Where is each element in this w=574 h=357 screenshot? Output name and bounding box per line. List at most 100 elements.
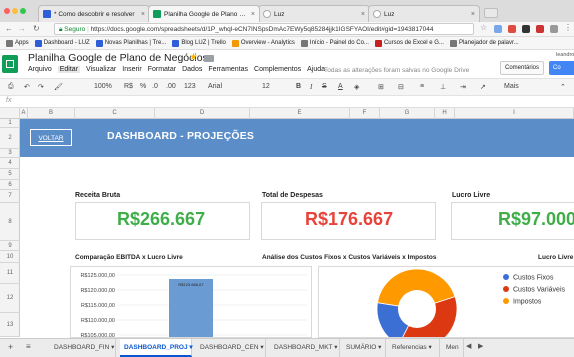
redo-icon[interactable]: ↷ xyxy=(38,83,44,91)
wrap-text-icon[interactable]: ⇥ xyxy=(460,83,466,91)
column-header[interactable]: B xyxy=(28,108,75,119)
menu-complementos[interactable]: Complementos xyxy=(254,66,301,73)
voltar-button[interactable]: VOLTAR xyxy=(30,129,72,146)
extension-icon[interactable] xyxy=(536,25,544,33)
bookmark-item[interactable]: Dashboard - LUZ xyxy=(34,39,90,47)
new-tab-button[interactable] xyxy=(484,8,498,18)
scroll-tabs-left-icon[interactable]: ◀ xyxy=(466,342,471,350)
column-header[interactable]: I xyxy=(455,108,574,119)
font-family-select[interactable]: Arial xyxy=(208,83,222,90)
maximize-window-icon[interactable] xyxy=(19,8,26,14)
costs-chart[interactable]: Custos Fixos Custos Variáveis Impostos xyxy=(318,266,574,338)
sheet-tab[interactable]: Referencias ▾ xyxy=(388,339,440,357)
sheet-tab[interactable]: DASHBOARD_CEN ▾ xyxy=(196,339,266,357)
collapse-toolbar-icon[interactable]: ⌃ xyxy=(560,83,566,91)
align-left-icon[interactable]: ≡ xyxy=(420,83,424,90)
merge-cells-icon[interactable]: ⊟ xyxy=(398,83,404,91)
forward-icon[interactable]: → xyxy=(18,24,26,33)
user-account[interactable]: leandro xyxy=(556,52,574,58)
column-header[interactable]: H xyxy=(435,108,455,119)
add-sheet-icon[interactable]: + xyxy=(8,342,13,352)
bookmark-item[interactable]: Cursos de Excel e G... xyxy=(374,39,444,47)
close-tab-icon[interactable]: × xyxy=(138,11,145,18)
row-header[interactable]: 1 xyxy=(0,119,20,128)
more-tools-button[interactable]: Mais xyxy=(504,83,519,90)
ebitda-chart[interactable]: R$125.000,00 R$120.000,00 R$115.000,00 R$11… xyxy=(70,266,312,338)
menu-formatar[interactable]: Formatar xyxy=(148,66,176,73)
italic-button[interactable]: I xyxy=(310,83,312,91)
row-header[interactable]: 9 xyxy=(0,241,20,251)
undo-icon[interactable]: ↶ xyxy=(24,83,30,91)
close-tab-icon[interactable]: × xyxy=(248,11,255,18)
menu-dados[interactable]: Dados xyxy=(182,66,202,73)
bookmark-item[interactable]: Planejador de palavr... xyxy=(449,39,519,47)
document-title[interactable]: Planilha Google de Plano de Negócios xyxy=(28,52,208,64)
share-button[interactable]: Co xyxy=(549,61,574,75)
row-header[interactable]: 2 xyxy=(0,128,20,149)
row-header[interactable]: 13 xyxy=(0,313,20,337)
menu-ajuda[interactable]: Ajuda xyxy=(307,66,325,73)
extension-icon[interactable] xyxy=(522,25,530,33)
browser-tab[interactable]: Luz × xyxy=(368,5,480,22)
bold-button[interactable]: B xyxy=(296,83,301,90)
close-tab-icon[interactable]: × xyxy=(468,11,475,18)
reload-icon[interactable]: ↻ xyxy=(33,24,40,33)
back-icon[interactable]: ← xyxy=(5,24,13,33)
print-icon[interactable]: ⎙ xyxy=(8,83,14,91)
scroll-tabs-right-icon[interactable]: ▶ xyxy=(478,342,483,350)
zoom-select[interactable]: 100% xyxy=(94,83,112,90)
sheets-logo-icon[interactable] xyxy=(2,55,18,73)
row-header[interactable]: 10 xyxy=(0,251,20,263)
vertical-align-icon[interactable]: ⊥ xyxy=(440,83,446,91)
saved-status[interactable]: Todas as alterações foram salvas no Goog… xyxy=(324,67,469,74)
row-header[interactable]: 7 xyxy=(0,190,20,203)
browser-tab[interactable]: * Como descobrir e resolver × xyxy=(38,5,150,22)
folder-icon[interactable] xyxy=(204,55,214,62)
bookmark-apps[interactable]: Apps xyxy=(6,39,29,47)
text-color-button[interactable]: A xyxy=(338,83,343,90)
menu-editar[interactable]: Editar xyxy=(57,66,81,73)
increase-decimals-button[interactable]: .00 xyxy=(166,83,176,90)
menu-arquivo[interactable]: Arquivo xyxy=(28,66,52,73)
row-header[interactable]: 3 xyxy=(0,149,20,158)
row-header[interactable]: 5 xyxy=(0,169,20,180)
row-header[interactable]: 11 xyxy=(0,263,20,284)
comments-button[interactable]: Comentários xyxy=(500,61,544,75)
close-tab-icon[interactable]: × xyxy=(358,11,365,18)
bookmark-item[interactable]: Blog LUZ | Trello xyxy=(172,39,226,47)
paint-format-icon[interactable]: 🖌︎ xyxy=(54,83,63,91)
column-header[interactable]: F xyxy=(350,108,380,119)
column-header[interactable]: E xyxy=(250,108,350,119)
bookmark-item[interactable]: Overview - Analytics xyxy=(231,39,295,47)
minimize-window-icon[interactable] xyxy=(11,8,18,14)
sheet-tab[interactable]: DASHBOARD_FIN ▾ xyxy=(50,339,116,357)
menu-ferramentas[interactable]: Ferramentas xyxy=(208,66,248,73)
row-header[interactable]: 4 xyxy=(0,158,20,169)
column-header[interactable]: C xyxy=(75,108,155,119)
all-sheets-icon[interactable]: ≡ xyxy=(26,342,31,351)
sheet-tab[interactable]: SUMÁRIO ▾ xyxy=(342,339,386,357)
borders-icon[interactable]: ⊞ xyxy=(378,83,384,91)
text-rotation-icon[interactable]: ↗ xyxy=(480,83,486,91)
sheet-tab[interactable]: Men xyxy=(442,339,464,357)
bookmark-item[interactable]: Início - Painel do Co... xyxy=(300,39,369,47)
star-icon[interactable]: ★ xyxy=(189,52,198,63)
column-header[interactable]: G xyxy=(380,108,435,119)
browser-tab[interactable]: Luz × xyxy=(258,5,370,22)
menu-visualizar[interactable]: Visualizar xyxy=(86,66,116,73)
fill-color-icon[interactable]: ◈ xyxy=(354,83,359,91)
column-header[interactable]: A xyxy=(20,108,28,119)
bookmark-star-icon[interactable]: ☆ xyxy=(480,23,487,32)
corner-select-all[interactable] xyxy=(0,108,20,119)
sheet-tab[interactable]: DASHBOARD_MKT ▾ xyxy=(270,339,340,357)
extension-icon[interactable] xyxy=(550,25,558,33)
formula-bar[interactable]: fx xyxy=(0,96,574,108)
decrease-decimals-button[interactable]: .0 xyxy=(152,83,158,90)
row-header[interactable]: 8 xyxy=(0,203,20,241)
bookmark-item[interactable]: Novas Planilhas | Tre... xyxy=(95,39,166,47)
menu-inserir[interactable]: Inserir xyxy=(122,66,141,73)
more-formats-button[interactable]: 123 xyxy=(184,83,196,90)
menu-icon[interactable]: ⋮ xyxy=(564,23,572,32)
sheet-tab-active[interactable]: DASHBOARD_PROJ ▾ xyxy=(120,339,193,357)
extension-icon[interactable] xyxy=(494,25,502,33)
